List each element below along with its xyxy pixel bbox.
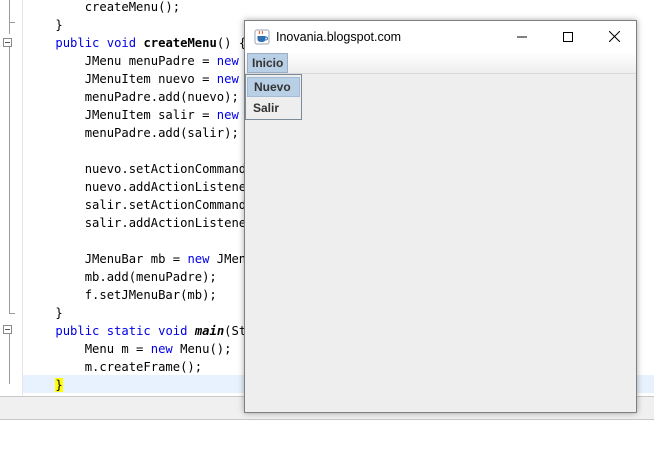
window-title: Inovania.blogspot.com (276, 30, 402, 44)
code-line: menuPadre.add(salir); (26, 124, 239, 142)
code-line: menuPadre.add(nuevo); (26, 88, 239, 106)
code-token: void (158, 324, 188, 338)
code-line: f.setJMenuBar(mb); (26, 286, 217, 304)
java-coffee-cup-icon (254, 29, 270, 45)
app-window[interactable]: Inovania.blogspot.com Inicio (244, 20, 637, 413)
code-line: } (26, 376, 63, 394)
gutter-separator (22, 0, 23, 396)
code-token: m.createFrame(); (26, 360, 203, 374)
matched-brace: } (55, 378, 63, 392)
code-token: new (216, 72, 239, 86)
code-token: new (216, 54, 239, 68)
code-line: } (26, 304, 63, 322)
fold-end-marker (9, 22, 15, 23)
menu-item-salir[interactable]: Salir (247, 98, 300, 118)
code-token: public (55, 36, 100, 50)
code-line: Menu m = new Menu(); (26, 340, 232, 358)
code-line: } (26, 16, 63, 34)
code-token: createMenu(); (26, 0, 181, 14)
fold-guide (9, 334, 10, 384)
fold-collapse-icon[interactable] (3, 38, 12, 47)
code-line: public void createMenu() { (26, 34, 246, 52)
close-icon (608, 31, 620, 42)
fold-collapse-icon[interactable] (3, 325, 12, 334)
code-token: mb.add(menuPadre); (26, 270, 217, 284)
editor-gutter (0, 0, 22, 396)
minimize-icon (517, 36, 527, 37)
code-token: f.setJMenuBar(mb); (26, 288, 217, 302)
menu-inicio[interactable]: Inicio (247, 53, 289, 73)
menu-item-nuevo[interactable]: Nuevo (247, 77, 300, 97)
window-titlebar[interactable]: Inovania.blogspot.com (245, 21, 636, 52)
code-token: public (55, 324, 100, 338)
code-token: JMenuItem salir = (26, 108, 217, 122)
code-token: createMenu (143, 36, 217, 50)
code-token: Menu m = (26, 342, 151, 356)
code-token: JMenu menuPadre = (26, 54, 217, 68)
code-line: mb.add(menuPadre); (26, 268, 217, 286)
code-line: createMenu(); (26, 0, 180, 16)
code-token: } (26, 18, 63, 32)
code-token: new (150, 342, 173, 356)
code-token: } (26, 306, 63, 320)
code-token: void (106, 36, 137, 50)
code-token: new (216, 108, 239, 122)
maximize-icon (563, 31, 573, 42)
fold-guide (9, 0, 10, 34)
fold-end-marker (9, 313, 15, 314)
code-token: menuPadre.add(salir); (26, 126, 239, 140)
dropdown-menu: Nuevo Salir (245, 74, 302, 120)
maximize-button[interactable] (545, 21, 591, 52)
window-content-area (245, 74, 636, 412)
code-token: Menu(); (172, 342, 232, 356)
code-token: main (194, 324, 225, 338)
code-token: static (106, 324, 151, 338)
code-token: JMenuItem nuevo = (26, 72, 217, 86)
code-token: () { (216, 36, 247, 50)
menu-bar: Inicio (245, 52, 636, 74)
code-line: m.createFrame(); (26, 358, 202, 376)
fold-guide (9, 47, 10, 314)
code-token: new (187, 252, 210, 266)
code-token: JMenuBar mb = (26, 252, 188, 266)
close-button[interactable] (591, 21, 637, 52)
minimize-button[interactable] (499, 21, 545, 52)
code-token: menuPadre.add(nuevo); (26, 90, 239, 104)
